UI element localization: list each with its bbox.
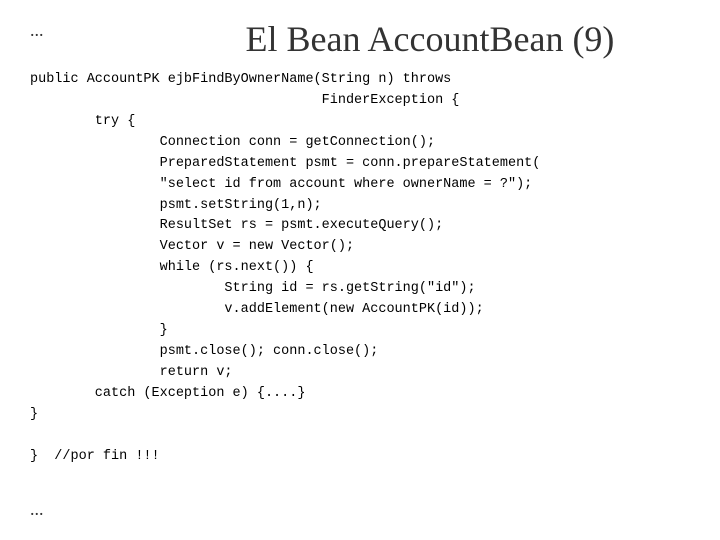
dots-bottom: ...: [30, 499, 44, 520]
slide: ... El Bean AccountBean (9) public Accou…: [0, 0, 720, 540]
slide-title: El Bean AccountBean (9): [160, 18, 700, 60]
code-line-1: public AccountPK ejbFindByOwnerName(Stri…: [30, 72, 540, 464]
code-block: public AccountPK ejbFindByOwnerName(Stri…: [30, 70, 700, 468]
